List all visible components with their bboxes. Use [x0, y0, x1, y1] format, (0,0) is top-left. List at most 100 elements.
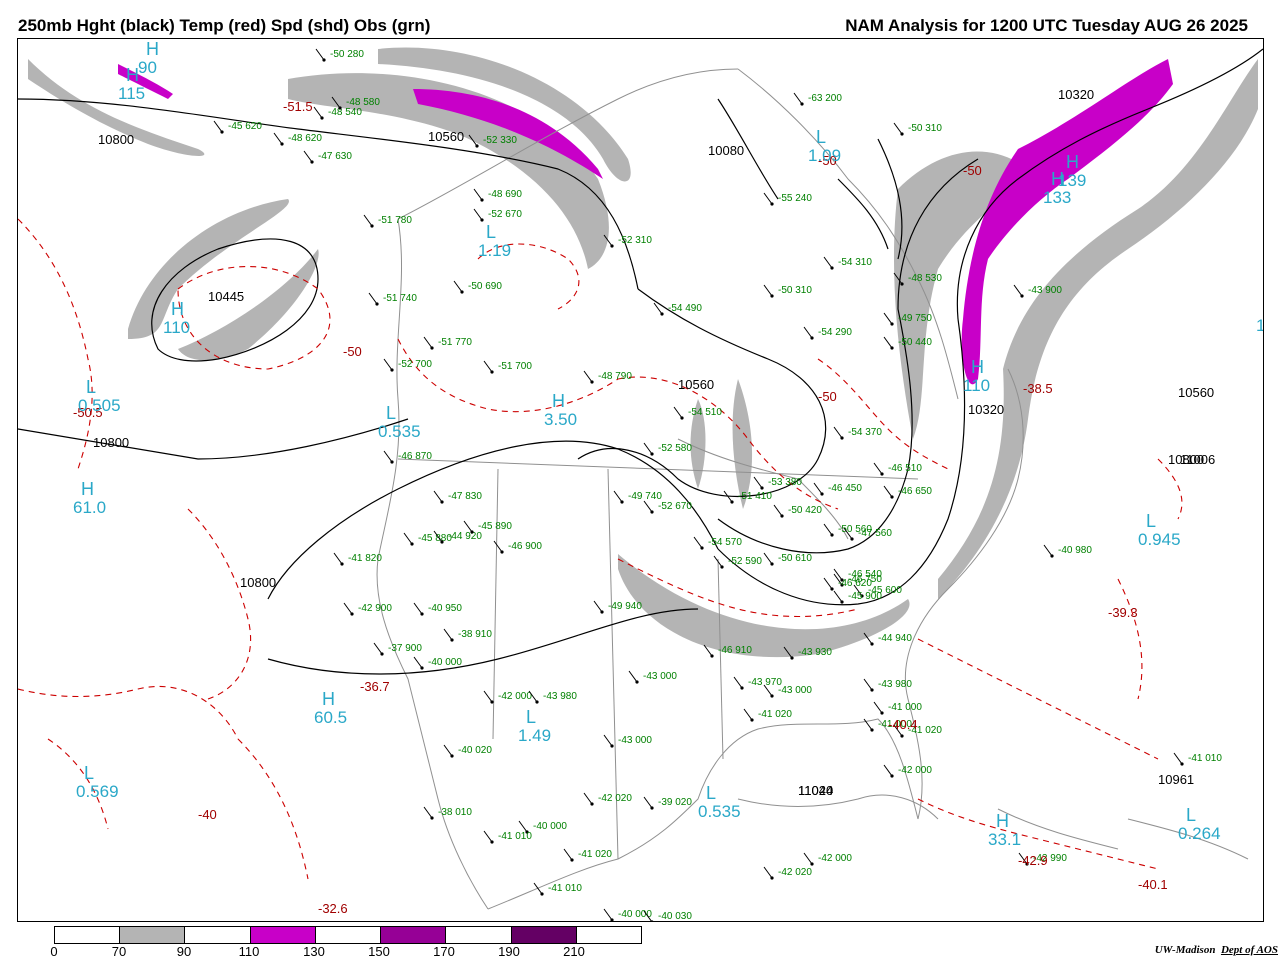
- station-obs-label: -46 510: [888, 463, 922, 474]
- station-marker: [880, 472, 884, 476]
- wind-barb: [483, 690, 493, 703]
- station-obs-label: -52 330: [483, 135, 517, 146]
- station-marker: [440, 540, 444, 544]
- station-obs-label: -46 540: [848, 569, 882, 580]
- center-value: 90: [138, 58, 157, 77]
- station-marker: [480, 198, 484, 202]
- wind-barb: [315, 48, 325, 61]
- wind-barb: [863, 678, 873, 691]
- credit-label: UW-Madison Dept of AOS: [1155, 944, 1278, 956]
- station-marker: [490, 370, 494, 374]
- station-obs-label: -52 700: [398, 359, 432, 370]
- station-obs-label: -46 870: [398, 451, 432, 462]
- station-marker: [830, 266, 834, 270]
- temperature-label: -50: [818, 389, 837, 404]
- temperature-label: -40.1: [1138, 877, 1168, 892]
- station-marker: [650, 806, 654, 810]
- station-obs-label: -54 570: [708, 537, 742, 548]
- height-label: 10800: [240, 575, 276, 590]
- center-symbol: H: [996, 811, 1009, 831]
- station-marker: [770, 294, 774, 298]
- colorbar-segment: [446, 927, 512, 943]
- station-marker: [540, 892, 544, 896]
- center-value: 33.1: [988, 830, 1021, 849]
- wind-barb: [603, 908, 613, 921]
- station-obs-label: -49 940: [608, 601, 642, 612]
- colorbar-ticks: 0 70 90 110 130 150 170 190 210: [0, 944, 700, 960]
- temperature-contour: [1117, 578, 1143, 700]
- station-obs-label: -44 920: [448, 531, 482, 542]
- center-symbol: H: [1051, 169, 1064, 189]
- temperature-label: -32.6: [318, 901, 348, 916]
- station-marker: [375, 302, 379, 306]
- map-panel[interactable]: -50 280 -45 620 -48 620 -47 630 -48 540 -48 5…: [17, 38, 1264, 922]
- wind-barb: [423, 806, 433, 819]
- temperature-label: -36.7: [360, 679, 390, 694]
- temperature-label: -50: [963, 163, 982, 178]
- station-obs-label: -54 310: [838, 257, 872, 268]
- wind-barb: [453, 280, 463, 293]
- wind-barb: [583, 792, 593, 805]
- station-obs-label: -41 020: [758, 709, 792, 720]
- temperature-label: -40: [198, 807, 217, 822]
- station-obs-label: -43 980: [878, 679, 912, 690]
- station-marker: [420, 666, 424, 670]
- station-obs-label: -50 310: [778, 285, 812, 296]
- station-obs-label: -42 000: [818, 853, 852, 864]
- wind-barb: [483, 360, 493, 373]
- station-marker: [390, 368, 394, 372]
- station-obs-label: -48 530: [908, 273, 942, 284]
- center-symbol: H: [971, 357, 984, 377]
- wind-barb: [763, 192, 773, 205]
- station-obs-label: -50 280: [330, 49, 364, 60]
- station-obs-label: -54 370: [848, 427, 882, 438]
- wind-barb: [1173, 752, 1183, 765]
- wind-barb: [603, 734, 613, 747]
- station-obs-label: -42 020: [778, 867, 812, 878]
- wind-barb: [873, 701, 883, 714]
- station-marker: [620, 500, 624, 504]
- temperature-label: -38.5: [1023, 381, 1053, 396]
- station-marker: [500, 550, 504, 554]
- station-obs-label: -43 930: [798, 647, 832, 658]
- station-obs-label: -43 000: [778, 685, 812, 696]
- station-obs-label: -52 590: [728, 556, 762, 567]
- station-obs-label: -40 000: [533, 821, 567, 832]
- center-value: 0.569: [76, 782, 119, 801]
- center-value: 0.535: [698, 802, 741, 821]
- station-marker: [890, 346, 894, 350]
- height-label: 10320: [968, 402, 1004, 417]
- center-value: 110: [963, 376, 990, 395]
- height-contour: [837, 178, 889, 250]
- station-obs-label: -40 980: [1058, 545, 1092, 556]
- wind-barb: [833, 426, 843, 439]
- jet-70kt-shading: [732, 379, 753, 509]
- temperature-contour: [1157, 458, 1183, 520]
- station-marker: [810, 862, 814, 866]
- station-obs-label: -40 950: [428, 603, 462, 614]
- wind-barb: [883, 485, 893, 498]
- station-obs-label: -44 940: [878, 633, 912, 644]
- temperature-contour: [817, 358, 949, 470]
- station-marker: [810, 336, 814, 340]
- station-marker: [790, 656, 794, 660]
- station-marker: [850, 537, 854, 541]
- station-marker: [680, 416, 684, 420]
- station-obs-label: -47 560: [858, 528, 892, 539]
- station-marker: [590, 380, 594, 384]
- wind-barb: [423, 336, 433, 349]
- station-obs-label: -46 900: [508, 541, 542, 552]
- station-marker: [760, 486, 764, 490]
- station-marker: [440, 500, 444, 504]
- station-marker: [830, 533, 834, 537]
- colorbar-tick-label: 210: [563, 944, 585, 959]
- station-obs-label: -52 310: [618, 235, 652, 246]
- height-label: 10560: [678, 377, 714, 392]
- station-obs-label: -40 020: [458, 745, 492, 756]
- station-marker: [450, 754, 454, 758]
- wind-barb: [883, 764, 893, 777]
- wind-barb: [643, 796, 653, 809]
- station-marker: [590, 802, 594, 806]
- station-marker: [840, 436, 844, 440]
- wind-barb: [753, 476, 763, 489]
